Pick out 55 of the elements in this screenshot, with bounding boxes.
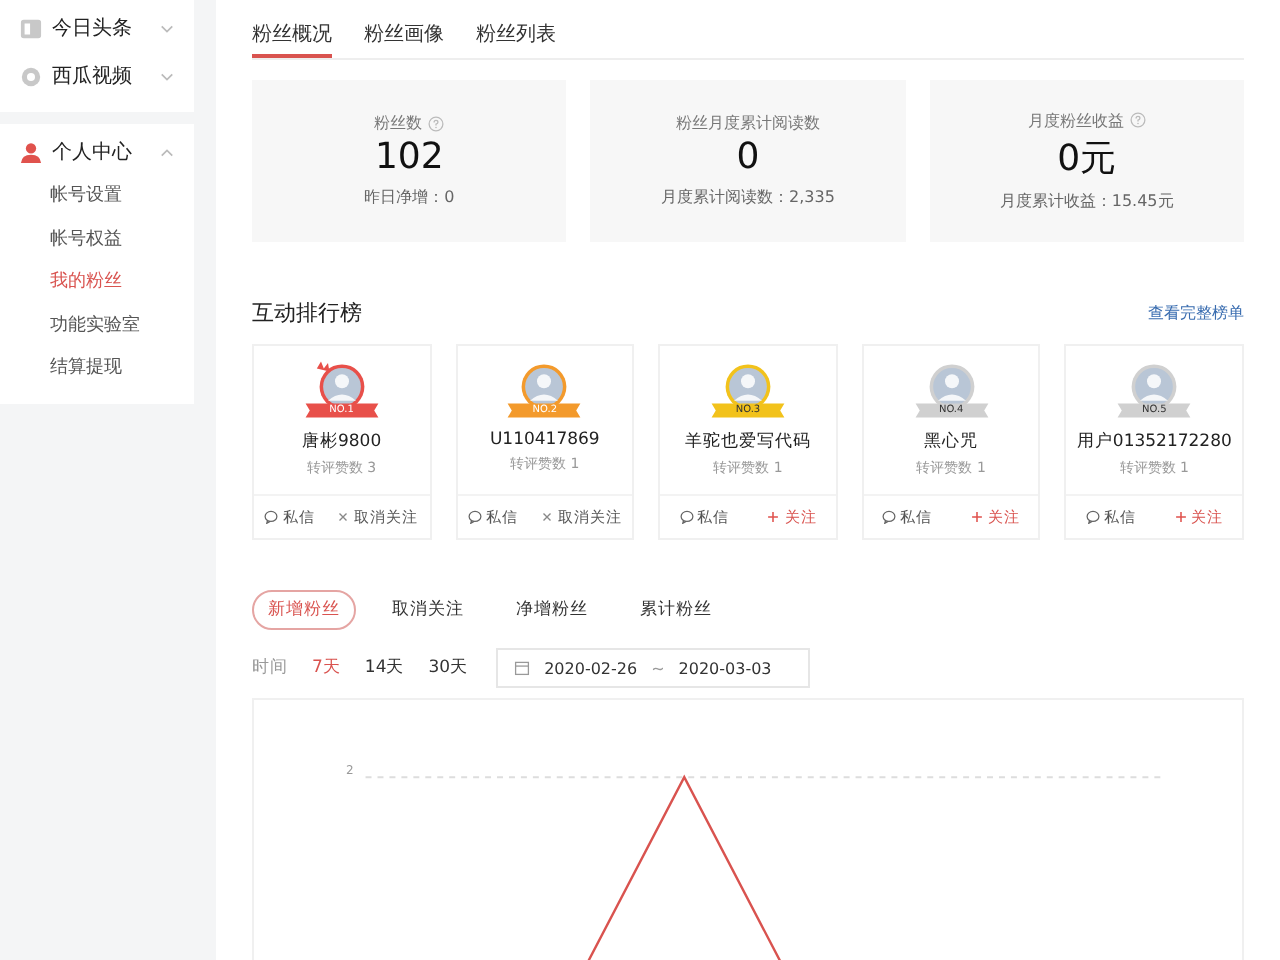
help-icon[interactable] xyxy=(1129,112,1146,129)
sidebar-label: 西瓜视频 xyxy=(52,63,134,90)
sidebar-subitem[interactable]: 功能实验室 xyxy=(0,305,194,348)
fan-name: 黑心咒 xyxy=(924,430,979,454)
fan-name: 用户01352172280 xyxy=(1076,430,1232,454)
chat-bubble-icon xyxy=(467,510,482,524)
stat-value: 0元 xyxy=(1057,135,1117,182)
metric-tab[interactable]: 累计粉丝 xyxy=(624,590,728,630)
plus-icon xyxy=(766,510,781,524)
sidebar-subitem[interactable]: 我的粉丝 xyxy=(0,262,194,305)
sidebar-subitem[interactable]: 帐号设置 xyxy=(0,176,194,219)
fan-name: U110417869 xyxy=(489,430,600,450)
help-icon[interactable] xyxy=(428,115,445,132)
stat-label: 月度粉丝收益 xyxy=(1027,109,1124,132)
stat-caption: 昨日净增：0 xyxy=(364,186,455,209)
plus-icon xyxy=(1173,510,1188,524)
person-icon xyxy=(20,141,42,163)
metric-tab[interactable]: 取消关注 xyxy=(376,590,480,630)
chat-bubble-icon xyxy=(679,510,694,524)
fan-name: 羊驼也爱写代码 xyxy=(684,430,811,454)
section-title: 互动排行榜 xyxy=(252,298,362,329)
sidebar-item[interactable]: 个人中心 xyxy=(0,128,194,176)
view-full-list-link[interactable]: 查看完整榜单 xyxy=(1148,302,1244,325)
sidebar-subitem[interactable]: 帐号权益 xyxy=(0,219,194,262)
time-label: 时间 xyxy=(252,656,288,680)
stat-value: 102 xyxy=(374,136,444,179)
fan-name: 唐彬9800 xyxy=(301,430,382,454)
chat-bubble-icon xyxy=(1085,510,1100,524)
stat-caption: 月度累计收益：15.45元 xyxy=(999,189,1174,212)
stat-label: 粉丝数 xyxy=(374,112,423,135)
date-range-field[interactable]: 2020-02-26 ~ 2020-03-03 xyxy=(496,648,810,688)
metric-tab[interactable]: 新增粉丝 xyxy=(252,590,356,630)
circle-icon xyxy=(20,65,42,87)
time-range-option[interactable]: 30天 xyxy=(428,656,469,680)
sidebar-item[interactable]: 今日头条 xyxy=(0,4,194,52)
chat-bubble-icon xyxy=(882,510,897,524)
sidebar-label: 个人中心 xyxy=(52,139,134,166)
time-range-option[interactable]: 14天 xyxy=(364,656,405,680)
sidebar-subitem[interactable]: 结算提现 xyxy=(0,348,194,391)
chat-bubble-icon xyxy=(264,510,279,524)
plus-icon xyxy=(969,510,984,524)
close-icon xyxy=(539,510,554,524)
metric-tab[interactable]: 净增粉丝 xyxy=(500,590,604,630)
stat-value: 0 xyxy=(736,136,760,179)
calendar-icon xyxy=(514,660,531,676)
close-icon xyxy=(336,510,351,524)
stat-caption: 月度累计阅读数：2,335 xyxy=(661,186,835,209)
sidebar-label: 今日头条 xyxy=(52,15,134,42)
stat-label: 粉丝月度累计阅读数 xyxy=(675,112,820,135)
tab[interactable]: 粉丝概况 xyxy=(252,0,332,58)
tab[interactable]: 粉丝画像 xyxy=(364,0,444,58)
sidebar-item[interactable]: 西瓜视频 xyxy=(0,52,194,100)
time-range-option[interactable]: 7天 xyxy=(312,656,341,680)
grid-icon xyxy=(20,17,42,39)
tab[interactable]: 粉丝列表 xyxy=(476,0,556,58)
